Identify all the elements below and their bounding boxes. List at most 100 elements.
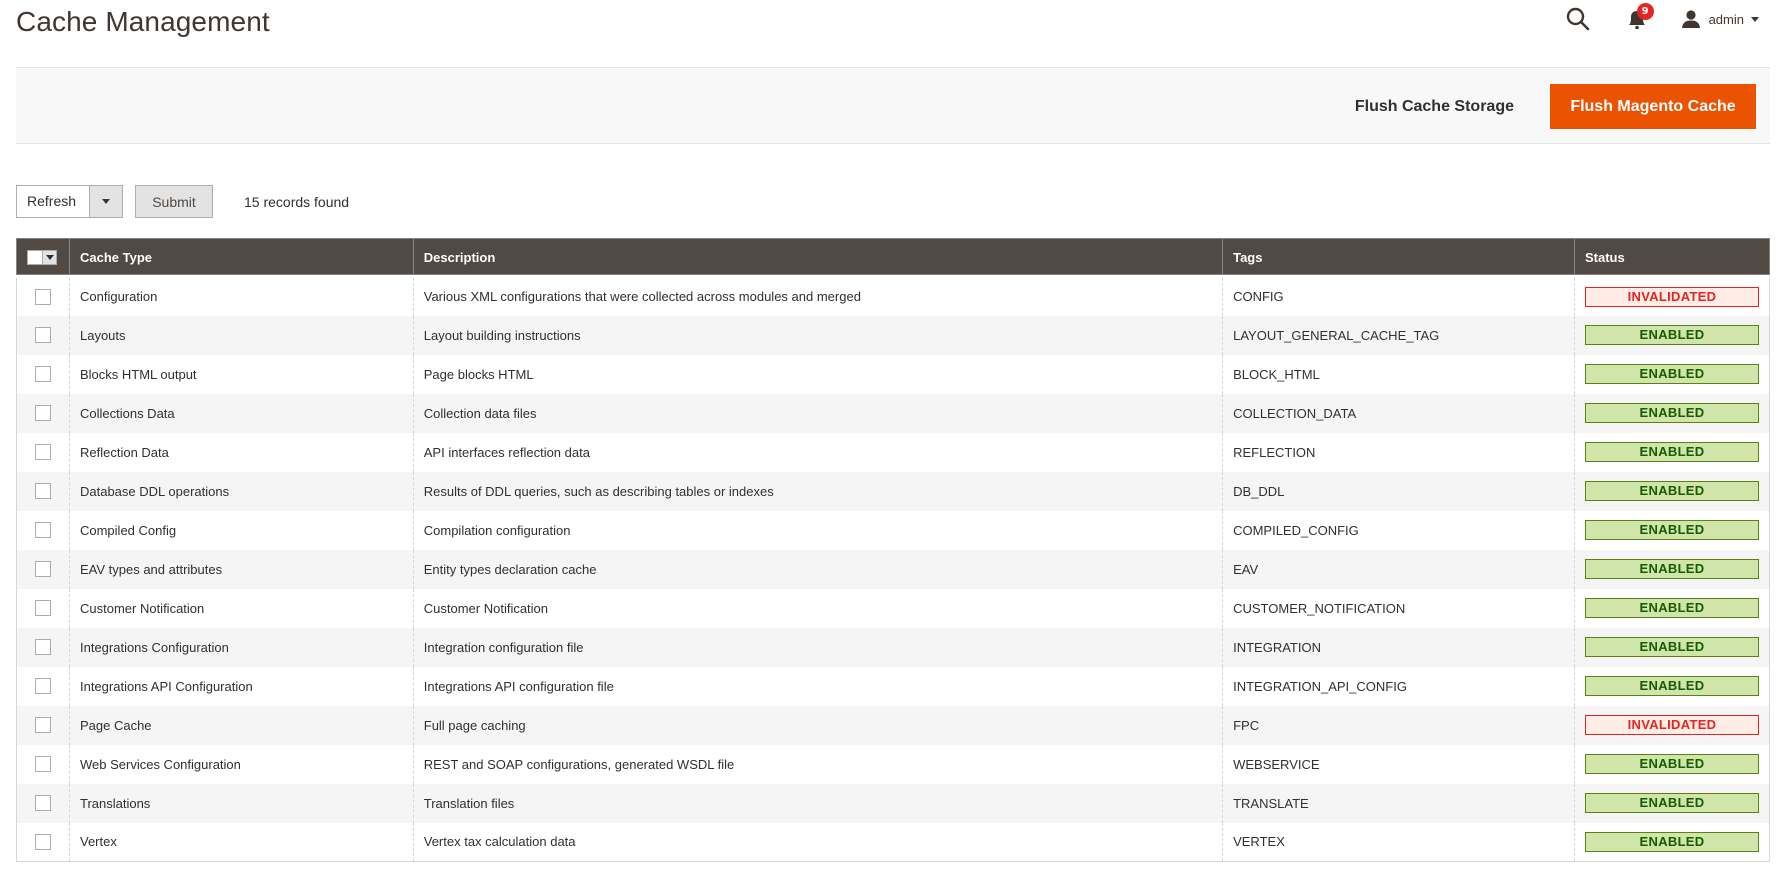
tags-cell: COMPILED_CONFIG <box>1222 510 1575 550</box>
cache-type-cell: Translations <box>68 783 414 823</box>
cache-type-cell: Page Cache <box>68 705 414 745</box>
page-title: Cache Management <box>16 6 270 37</box>
description-cell: Compilation configuration <box>412 510 1223 550</box>
description-cell: Results of DDL queries, such as describi… <box>412 471 1223 511</box>
description-cell: Customer Notification <box>412 588 1223 628</box>
cache-type-cell: Blocks HTML output <box>68 354 414 394</box>
flush-magento-cache-button[interactable]: Flush Magento Cache <box>1550 84 1756 129</box>
mass-select-dropdown[interactable] <box>43 250 57 266</box>
status-cell: ENABLED <box>1574 783 1770 823</box>
header-actions: 9 admin <box>1565 3 1759 32</box>
row-checkbox-cell <box>16 315 70 355</box>
status-badge: ENABLED <box>1585 598 1759 618</box>
column-header-tags: Tags <box>1222 238 1575 278</box>
table-header-row: Cache Type Description Tags Status <box>16 238 1770 278</box>
row-checkbox-cell <box>16 822 70 862</box>
status-cell: ENABLED <box>1574 315 1770 355</box>
status-cell: ENABLED <box>1574 432 1770 472</box>
row-checkbox[interactable] <box>34 717 51 734</box>
row-checkbox-cell <box>16 549 70 589</box>
notification-count-badge: 9 <box>1636 3 1654 20</box>
cache-type-cell: Configuration <box>68 276 414 316</box>
row-checkbox[interactable] <box>34 522 51 539</box>
description-cell: Translation files <box>412 783 1223 823</box>
row-checkbox[interactable] <box>34 678 51 695</box>
column-header-description: Description <box>412 238 1223 278</box>
description-cell: Vertex tax calculation data <box>412 822 1223 862</box>
row-checkbox-cell <box>16 588 70 628</box>
mass-action-dropdown-toggle[interactable] <box>89 186 122 217</box>
chevron-down-icon <box>45 255 54 261</box>
row-checkbox-cell <box>16 510 70 550</box>
row-checkbox[interactable] <box>34 561 51 578</box>
table-row: Reflection Data API interfaces reflection… <box>16 432 1770 472</box>
submit-button[interactable]: Submit <box>135 185 213 218</box>
records-count: 15 records found <box>244 193 350 210</box>
table-row: Blocks HTML output Page blocks HTML BLOCK_… <box>16 354 1770 394</box>
flush-cache-storage-button[interactable]: Flush Cache Storage <box>1343 84 1526 129</box>
row-checkbox[interactable] <box>34 405 51 422</box>
tags-cell: DB_DDL <box>1222 471 1575 511</box>
status-badge: ENABLED <box>1585 442 1759 462</box>
status-cell: ENABLED <box>1574 549 1770 589</box>
search-button[interactable] <box>1565 6 1591 32</box>
user-name: admin <box>1708 11 1744 27</box>
row-checkbox[interactable] <box>34 834 51 851</box>
status-badge: ENABLED <box>1585 520 1759 540</box>
description-cell: Full page caching <box>412 705 1223 745</box>
status-cell: ENABLED <box>1574 354 1770 394</box>
row-checkbox[interactable] <box>34 795 51 812</box>
row-checkbox-cell <box>16 627 70 667</box>
table-body: Configuration Various XML configurations … <box>16 276 1770 862</box>
tags-cell: INTEGRATION <box>1222 627 1575 667</box>
cache-type-cell: Database DDL operations <box>68 471 414 511</box>
row-checkbox[interactable] <box>34 483 51 500</box>
row-checkbox[interactable] <box>34 756 51 773</box>
description-cell: Page blocks HTML <box>412 354 1223 394</box>
cache-type-cell: Web Services Configuration <box>68 744 414 784</box>
row-checkbox[interactable] <box>34 366 51 383</box>
table-row: Customer Notification Customer Notificati… <box>16 588 1770 628</box>
row-checkbox-cell <box>16 705 70 745</box>
page-actions-bar: Flush Cache Storage Flush Magento Cache <box>16 67 1770 144</box>
cache-type-cell: Reflection Data <box>68 432 414 472</box>
status-cell: INVALIDATED <box>1574 705 1770 745</box>
status-badge: ENABLED <box>1585 637 1759 657</box>
cache-type-cell: EAV types and attributes <box>68 549 414 589</box>
status-badge: ENABLED <box>1585 754 1759 774</box>
status-cell: INVALIDATED <box>1574 276 1770 316</box>
status-cell: ENABLED <box>1574 822 1770 862</box>
status-badge: INVALIDATED <box>1585 715 1759 735</box>
row-checkbox[interactable] <box>34 327 51 344</box>
status-badge: ENABLED <box>1585 325 1759 345</box>
table-row: Collections Data Collection data files COL… <box>16 393 1770 433</box>
tags-cell: TRANSLATE <box>1222 783 1575 823</box>
mass-action-select[interactable]: Refresh <box>16 185 123 218</box>
user-menu[interactable]: admin <box>1681 9 1759 29</box>
cache-type-cell: Integrations Configuration <box>68 627 414 667</box>
notifications-button[interactable]: 9 <box>1625 3 1654 32</box>
row-checkbox[interactable] <box>34 444 51 461</box>
tags-cell: COLLECTION_DATA <box>1222 393 1575 433</box>
table-row: Translations Translation files TRANSLATE EN… <box>16 783 1770 823</box>
select-all-checkbox[interactable] <box>27 250 43 266</box>
row-checkbox[interactable] <box>34 289 51 306</box>
cache-type-cell: Integrations API Configuration <box>68 666 414 706</box>
tags-cell: BLOCK_HTML <box>1222 354 1575 394</box>
row-checkbox[interactable] <box>34 600 51 617</box>
tags-cell: WEBSERVICE <box>1222 744 1575 784</box>
cache-type-cell: Vertex <box>68 822 414 862</box>
status-cell: ENABLED <box>1574 744 1770 784</box>
tags-cell: EAV <box>1222 549 1575 589</box>
mass-action-toolbar: Refresh Submit 15 records found <box>16 185 349 218</box>
status-cell: ENABLED <box>1574 627 1770 667</box>
table-row: Layouts Layout building instructions LAYOU… <box>16 315 1770 355</box>
row-checkbox-cell <box>16 471 70 511</box>
status-cell: ENABLED <box>1574 510 1770 550</box>
description-cell: Collection data files <box>412 393 1223 433</box>
status-badge: ENABLED <box>1585 403 1759 423</box>
description-cell: Integrations API configuration file <box>412 666 1223 706</box>
row-checkbox[interactable] <box>34 639 51 656</box>
mass-select-checkbox[interactable] <box>27 250 57 266</box>
status-badge: ENABLED <box>1585 793 1759 813</box>
